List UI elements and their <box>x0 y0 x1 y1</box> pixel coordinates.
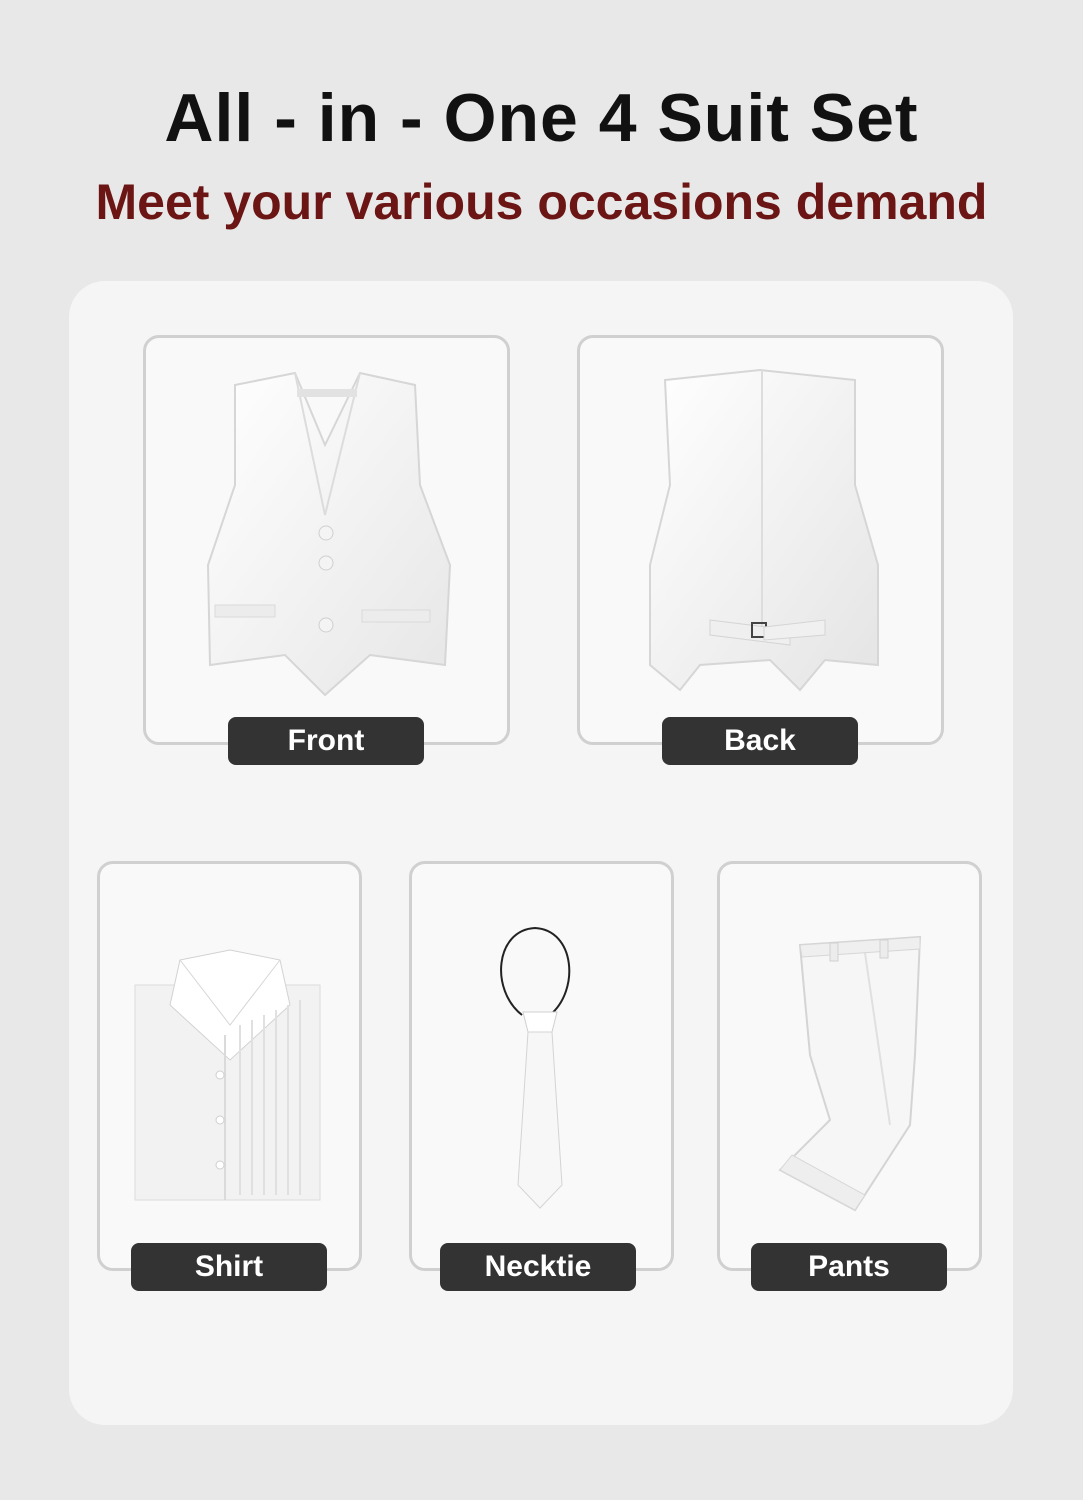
label-front: Front <box>228 717 424 765</box>
page-subtitle: Meet your various occasions demand <box>95 174 988 230</box>
shirt-icon <box>130 945 330 1205</box>
label-back: Back <box>662 717 858 765</box>
vest-front-icon <box>200 365 460 705</box>
label-pants: Pants <box>751 1243 947 1291</box>
vest-back-icon <box>640 365 885 700</box>
label-necktie: Necktie <box>440 1243 636 1291</box>
page-title: All - in - One 4 Suit Set <box>164 80 919 156</box>
label-shirt: Shirt <box>131 1243 327 1291</box>
necktie-icon <box>490 920 590 1215</box>
pants-icon <box>770 935 930 1215</box>
